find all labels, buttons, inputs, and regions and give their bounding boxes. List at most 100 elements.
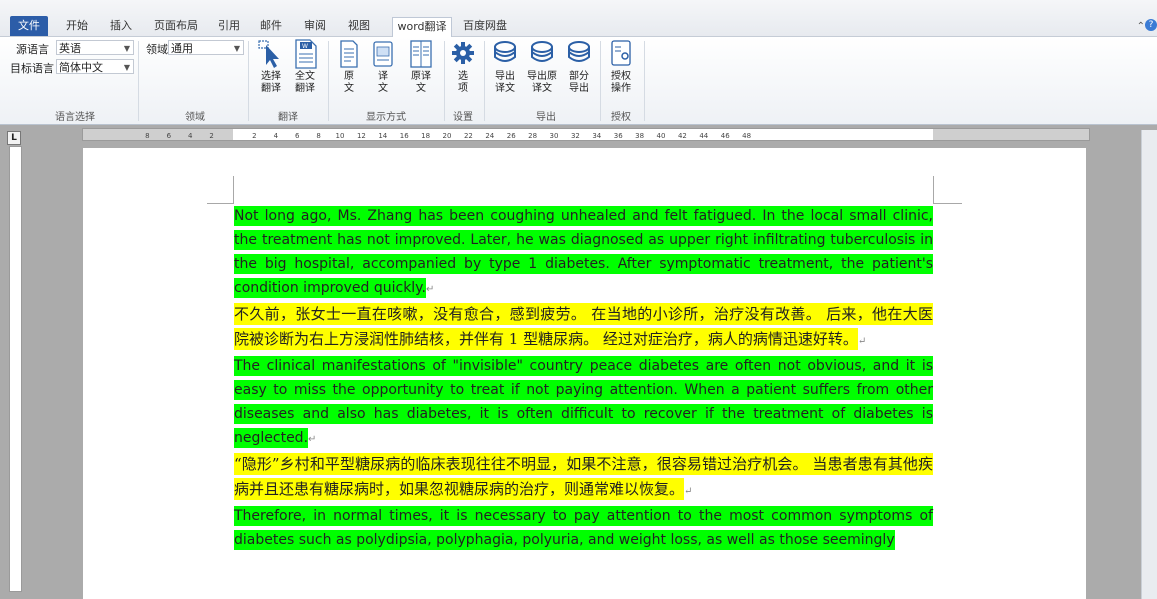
original-label-2: 文 [344, 83, 354, 94]
original-label-1: 原 [344, 71, 354, 82]
tab-view[interactable]: 视图 [344, 17, 374, 35]
partial-export-label-2: 导出 [569, 83, 589, 94]
ruler-tick-label: 40 [657, 132, 666, 140]
ruler-tick-label: 24 [485, 132, 494, 140]
ribbon-tab-bar: 文件 开始 插入 页面布局 引用 邮件 审阅 视图 word翻译 百度网盘 ⌃ … [0, 0, 1157, 37]
ruler-tick-label: 12 [357, 132, 366, 140]
ruler-tick-label: 28 [528, 132, 537, 140]
group-export-label: 导出 [536, 112, 556, 123]
select-translate-label-2: 翻译 [261, 83, 281, 94]
tab-insert[interactable]: 插入 [106, 17, 136, 35]
source-language-label: 源语言 [16, 43, 49, 56]
paragraph-text: “隐形”乡村和平型糖尿病的临床表现往往不明显，如果不注意，很容易错过治疗机会。 … [234, 453, 933, 500]
full-translate-label-1: 全文 [295, 71, 315, 82]
select-translate-button[interactable]: 选择 翻译 [256, 39, 286, 95]
group-language-label: 语言选择 [55, 112, 95, 123]
paragraph-text: The clinical manifestations of "invisibl… [234, 356, 933, 448]
divider [248, 41, 249, 121]
help-icon[interactable]: ? [1145, 19, 1157, 31]
domain-label: 领域 [146, 43, 168, 56]
tab-page-layout[interactable]: 页面布局 [150, 17, 202, 35]
ruler-tick-label: 4 [188, 132, 193, 140]
paragraph-mark: ↵ [684, 486, 693, 497]
ruler-tick-label: 18 [421, 132, 430, 140]
export-original-translation-label-1: 导出原 [527, 71, 557, 82]
show-original-translation-button[interactable]: 原译 文 [404, 39, 438, 95]
paragraph-text: Therefore, in normal times, it is necess… [234, 506, 933, 550]
document-page[interactable]: Not long ago, Ms. Zhang has been coughin… [83, 148, 1086, 599]
database-export-icon [531, 41, 553, 62]
horizontal-ruler[interactable]: 8 6 4 2 2 4 6 8 10 12 14 16 18 20 22 24 26 28 30 32 34 36 38 40… [82, 128, 1090, 141]
original-translation-label-1: 原译 [411, 71, 431, 82]
divider [138, 41, 139, 121]
target-language-select[interactable]: 简体中文 ▼ [56, 59, 134, 74]
ruler-tick-label: 48 [742, 132, 751, 140]
partial-export-label-1: 部分 [569, 71, 589, 82]
bilingual-doc-icon [410, 40, 432, 68]
chevron-down-icon: ▼ [123, 63, 130, 72]
ribbon-collapse-icon[interactable]: ⌃ [1137, 21, 1145, 32]
chinese-paragraph: 不久前，张女士一直在咳嗽，没有愈合，感到疲劳。 在当地的小诊所，治疗没有改善。 … [234, 302, 933, 354]
english-paragraph: Therefore, in normal times, it is necess… [234, 504, 933, 552]
export-translation-button[interactable]: 导出 译文 [490, 39, 520, 95]
ruler-tick-label: 42 [678, 132, 687, 140]
tab-baidu-netdisk[interactable]: 百度网盘 [460, 17, 510, 35]
divider [328, 41, 329, 121]
ruler-tick-label: 46 [721, 132, 730, 140]
ruler-tick-label: 22 [464, 132, 473, 140]
ruler-tick-label: 32 [571, 132, 580, 140]
ruler-tick-label: 34 [592, 132, 601, 140]
ruler-tick-label: 8 [145, 132, 149, 140]
export-original-translation-button[interactable]: 导出原 译文 [524, 39, 560, 95]
word-document-icon: W [295, 39, 317, 69]
vertical-ruler[interactable] [9, 146, 22, 592]
partial-export-button[interactable]: 部分 导出 [564, 39, 594, 95]
export-translation-label-1: 导出 [495, 71, 515, 82]
authorize-label-2: 操作 [611, 83, 631, 94]
options-button[interactable]: 选 项 [450, 39, 476, 95]
show-original-button[interactable]: 原 文 [336, 39, 362, 95]
original-translation-label-2: 文 [416, 83, 426, 94]
ruler-tick-label: 2 [252, 132, 256, 140]
vertical-scrollbar[interactable] [1141, 130, 1157, 599]
crop-mark [233, 176, 234, 204]
authorize-label-1: 授权 [611, 71, 631, 82]
ruler-tick-label: 20 [443, 132, 452, 140]
tab-file[interactable]: 文件 [10, 16, 48, 36]
group-domain-label: 领域 [185, 112, 205, 123]
tab-mailings[interactable]: 邮件 [256, 17, 286, 35]
tab-review[interactable]: 审阅 [300, 17, 330, 35]
document-body[interactable]: Not long ago, Ms. Zhang has been coughin… [234, 204, 933, 552]
paragraph-text: Not long ago, Ms. Zhang has been coughin… [234, 206, 933, 298]
english-paragraph: Not long ago, Ms. Zhang has been coughin… [234, 204, 933, 302]
authorize-operation-button[interactable]: 授权 操作 [606, 39, 636, 95]
crop-mark [207, 203, 233, 204]
tab-word-translate[interactable]: word翻译 [392, 17, 452, 37]
ruler-tick-label: 6 [167, 132, 172, 140]
tab-references[interactable]: 引用 [214, 17, 244, 35]
full-translate-label-2: 翻译 [295, 83, 315, 94]
chevron-down-icon: ▼ [123, 44, 130, 53]
ruler-tick-label: 26 [507, 132, 516, 140]
source-language-select[interactable]: 英语 ▼ [56, 40, 134, 55]
show-translation-button[interactable]: 译 文 [370, 39, 396, 95]
crop-mark [934, 203, 962, 204]
cursor-select-icon [258, 40, 279, 68]
group-display-label: 显示方式 [366, 112, 406, 123]
ruler-tick-label: 6 [295, 132, 300, 140]
divider [600, 41, 601, 121]
ruler-tick-label: 14 [378, 132, 387, 140]
database-export-icon [568, 41, 590, 62]
tab-stop-selector[interactable]: L [7, 131, 21, 145]
ruler-tick-label: 10 [336, 132, 345, 140]
domain-select[interactable]: 通用 ▼ [168, 40, 244, 55]
ruler-tick-label: 16 [400, 132, 409, 140]
full-translate-button[interactable]: W 全文 翻译 [290, 39, 320, 95]
tab-home[interactable]: 开始 [62, 17, 92, 35]
ruler-ticks: 8 6 4 2 2 4 6 8 10 12 14 16 18 20 22 24 26 28 30 32 34 36 38 40… [83, 129, 1089, 140]
translation-label-2: 文 [378, 83, 388, 94]
group-translate-label: 翻译 [278, 112, 298, 123]
chinese-paragraph: “隐形”乡村和平型糖尿病的临床表现往往不明显，如果不注意，很容易错过治疗机会。 … [234, 452, 933, 504]
translation-label-1: 译 [378, 71, 388, 82]
ruler-tick-label: 38 [635, 132, 644, 140]
